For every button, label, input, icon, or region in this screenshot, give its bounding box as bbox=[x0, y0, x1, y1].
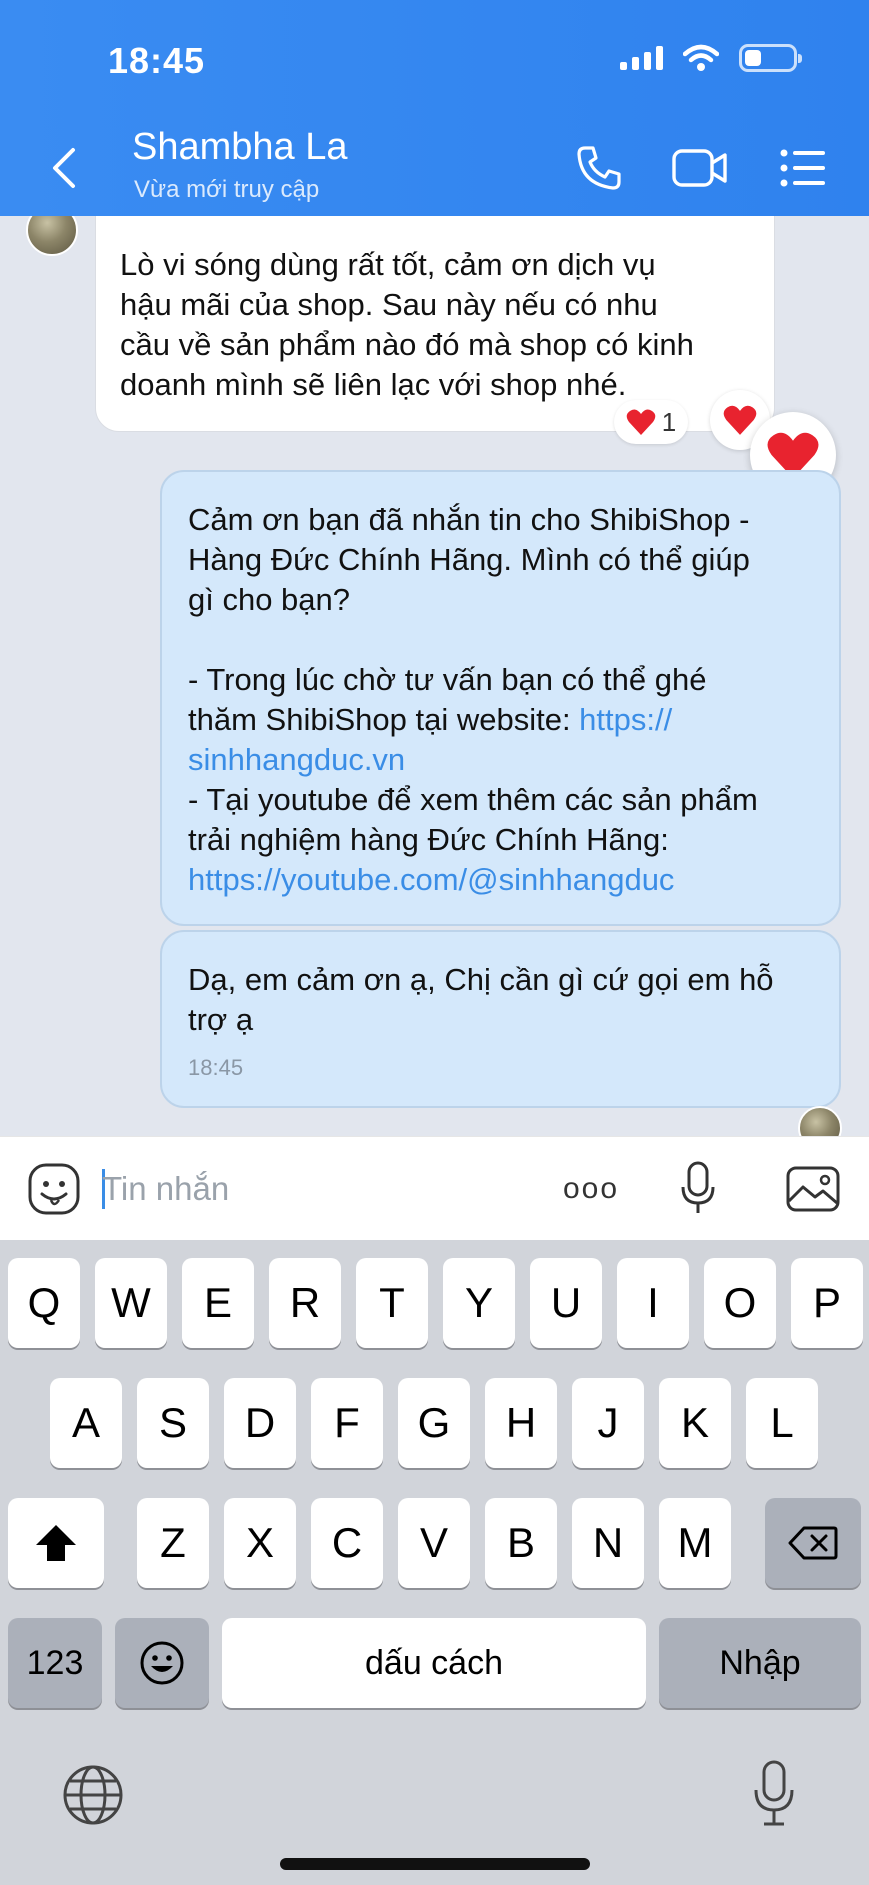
back-button[interactable] bbox=[40, 140, 88, 196]
menu-button[interactable] bbox=[778, 142, 828, 194]
key-o[interactable]: O bbox=[704, 1258, 776, 1348]
key-a[interactable]: A bbox=[50, 1378, 122, 1468]
battery-icon bbox=[739, 44, 802, 72]
emoji-smiley-icon bbox=[140, 1641, 184, 1685]
reaction-summary[interactable]: 1 bbox=[614, 400, 688, 444]
globe-button[interactable] bbox=[62, 1764, 126, 1828]
cellular-signal-icon bbox=[620, 46, 663, 70]
key-h[interactable]: H bbox=[485, 1378, 557, 1468]
key-y[interactable]: Y bbox=[443, 1258, 515, 1348]
key-f[interactable]: F bbox=[311, 1378, 383, 1468]
phone-icon bbox=[577, 146, 621, 190]
list-menu-icon bbox=[780, 149, 825, 187]
message-text: Dạ, em cảm ơn ạ, Chị cần gì cứ gọi em hỗ… bbox=[188, 962, 774, 1037]
key-p[interactable]: P bbox=[791, 1258, 863, 1348]
key-e[interactable]: E bbox=[182, 1258, 254, 1348]
return-key[interactable]: Nhập bbox=[659, 1618, 861, 1708]
voice-message-button[interactable] bbox=[676, 1159, 720, 1219]
key-i[interactable]: I bbox=[617, 1258, 689, 1348]
outgoing-message-bubble[interactable]: Cảm ơn bạn đã nhắn tin cho ShibiShop - H… bbox=[160, 470, 841, 926]
heart-icon bbox=[626, 409, 656, 435]
wifi-icon bbox=[683, 44, 719, 71]
key-u[interactable]: U bbox=[530, 1258, 602, 1348]
key-d[interactable]: D bbox=[224, 1378, 296, 1468]
key-n[interactable]: N bbox=[572, 1498, 644, 1588]
emoji-key[interactable] bbox=[115, 1618, 209, 1708]
contact-status: Vừa mới truy cập bbox=[134, 176, 320, 203]
sticker-face-icon bbox=[28, 1163, 80, 1215]
backspace-icon bbox=[788, 1526, 838, 1560]
photo-button[interactable] bbox=[784, 1159, 842, 1219]
shift-key[interactable] bbox=[8, 1498, 104, 1588]
sticker-button[interactable] bbox=[24, 1159, 84, 1219]
key-b[interactable]: B bbox=[485, 1498, 557, 1588]
key-v[interactable]: V bbox=[398, 1498, 470, 1588]
key-k[interactable]: K bbox=[659, 1378, 731, 1468]
shift-arrow-icon bbox=[36, 1525, 76, 1561]
reaction-count: 1 bbox=[661, 406, 677, 437]
call-button[interactable] bbox=[572, 142, 626, 194]
globe-icon bbox=[63, 1765, 123, 1825]
key-t[interactable]: T bbox=[356, 1258, 428, 1348]
message-text: Lò vi sóng dùng rất tốt, cảm ơn dịch vụ … bbox=[120, 247, 694, 402]
dictation-button[interactable] bbox=[752, 1760, 796, 1830]
keyboard: Q W E R T Y U I O P A S D F G H J K L Z … bbox=[0, 1240, 869, 1885]
contact-name[interactable]: Shambha La bbox=[132, 126, 348, 169]
more-options-button[interactable]: ooo bbox=[556, 1159, 626, 1219]
video-camera-icon bbox=[672, 149, 727, 187]
key-w[interactable]: W bbox=[95, 1258, 167, 1348]
microphone-icon bbox=[681, 1161, 715, 1213]
key-g[interactable]: G bbox=[398, 1378, 470, 1468]
chevron-left-icon bbox=[53, 148, 75, 188]
numbers-key[interactable]: 123 bbox=[8, 1618, 102, 1708]
message-input[interactable]: Tin nhắn bbox=[102, 1163, 522, 1215]
backspace-key[interactable] bbox=[765, 1498, 861, 1588]
key-j[interactable]: J bbox=[572, 1378, 644, 1468]
key-r[interactable]: R bbox=[269, 1258, 341, 1348]
message-timestamp: 18:45 bbox=[188, 1055, 244, 1080]
key-x[interactable]: X bbox=[224, 1498, 296, 1588]
message-list[interactable]: Lò vi sóng dùng rất tốt, cảm ơn dịch vụ … bbox=[0, 216, 869, 1136]
incoming-message-bubble[interactable]: Lò vi sóng dùng rất tốt, cảm ơn dịch vụ … bbox=[95, 216, 775, 432]
video-call-button[interactable] bbox=[670, 142, 730, 194]
microphone-icon bbox=[754, 1760, 794, 1826]
message-text-part: - Tại youtube để xem thêm các sản phẩm t… bbox=[188, 782, 758, 857]
key-c[interactable]: C bbox=[311, 1498, 383, 1588]
key-z[interactable]: Z bbox=[137, 1498, 209, 1588]
contact-avatar[interactable] bbox=[26, 216, 78, 256]
message-composer: Tin nhắn ooo bbox=[0, 1136, 869, 1240]
home-indicator[interactable] bbox=[280, 1858, 590, 1870]
status-icons bbox=[620, 44, 802, 72]
image-icon bbox=[786, 1166, 840, 1212]
seen-avatar bbox=[798, 1106, 842, 1136]
message-text: Cảm ơn bạn đã nhắn tin cho ShibiShop - H… bbox=[188, 500, 815, 900]
chat-header: 18:45 Shambha La Vừa mới truy cập bbox=[0, 0, 869, 216]
youtube-link[interactable]: https://youtube.com/@sinhhangduc bbox=[188, 862, 674, 897]
key-s[interactable]: S bbox=[137, 1378, 209, 1468]
status-time: 18:45 bbox=[108, 40, 206, 81]
space-key[interactable]: dấu cách bbox=[222, 1618, 646, 1708]
key-l[interactable]: L bbox=[746, 1378, 818, 1468]
outgoing-message-bubble[interactable]: Dạ, em cảm ơn ạ, Chị cần gì cứ gọi em hỗ… bbox=[160, 930, 841, 1108]
heart-icon bbox=[723, 405, 757, 435]
key-m[interactable]: M bbox=[659, 1498, 731, 1588]
key-q[interactable]: Q bbox=[8, 1258, 80, 1348]
